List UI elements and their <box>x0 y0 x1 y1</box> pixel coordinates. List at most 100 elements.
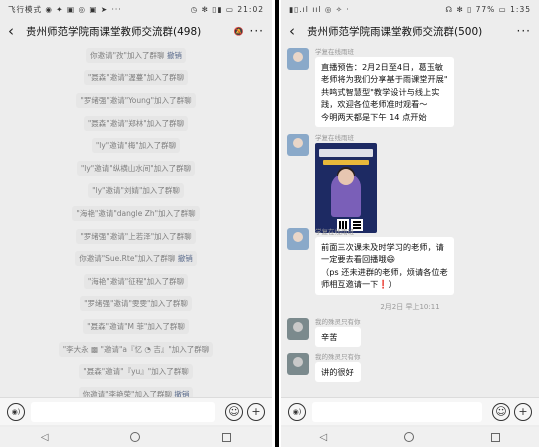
chat-header: ‹ 贵州师范学院雨课堂教师交流群(498) 🔕 ··· <box>0 18 272 44</box>
system-message-segment: "罗绪强"邀请"Young"加入了群聊 <box>80 95 192 105</box>
chat-message: 学复在线雨班 <box>287 134 533 233</box>
plus-icon[interactable]: + <box>247 402 265 421</box>
system-message-text: "聂森"邀请"『yu』"加入了群聊 <box>79 364 193 380</box>
chat-message: 学复在线雨班 前面三次课未及时学习的老师，请 一定要去看回播哦😄 （ps 还未进… <box>287 228 533 295</box>
status-right: ◷ ✻ ▯▮ ▭ 21:02 <box>190 4 264 14</box>
nav-recent-icon[interactable] <box>222 432 232 442</box>
more-icon[interactable]: ··· <box>250 24 264 38</box>
system-message-segment: 你邀请"Sue.Rte"加入了群聊 <box>79 254 178 264</box>
voice-icon[interactable]: ◉) <box>288 402 306 421</box>
message-line: 直播预告：2月2日至4日，葛玉敏 <box>321 62 444 72</box>
emoji-icon[interactable]: ☺ <box>225 402 243 421</box>
message-bubble[interactable]: 前面三次课未及时学习的老师，请 一定要去看回播哦😄 （ps 还未进群的老师，烦请… <box>315 237 454 295</box>
avatar[interactable] <box>287 318 309 340</box>
system-nav-bar: ◁ <box>0 427 272 447</box>
system-message-text: "聂森"邀请"M 菲"加入了群聊 <box>83 318 189 334</box>
nav-back-icon[interactable]: ◁ <box>41 432 49 443</box>
message-input[interactable] <box>31 401 215 422</box>
system-message-text: "罗绪强"邀请"雯雯"加入了群聊 <box>80 296 192 312</box>
system-message-text: 你邀请"孜"加入了群聊 撤销 <box>86 47 186 63</box>
system-message: "海艳"邀请"征程"加入了群聊 <box>0 270 272 293</box>
back-icon[interactable]: ‹ <box>8 23 26 39</box>
sender-name: 学复在线雨班 <box>315 228 354 236</box>
revoke-link[interactable]: 撤销 <box>167 51 182 60</box>
nav-recent-icon[interactable] <box>491 432 501 442</box>
system-message: 你邀请"Sue.Rte"加入了群聊 撤销 <box>0 247 272 270</box>
emoji-icon[interactable]: ☺ <box>492 402 510 421</box>
voice-icon[interactable]: ◉) <box>7 402 25 421</box>
system-message-segment: "罗绪强"邀请"雯雯"加入了群聊 <box>84 299 188 309</box>
input-bar: ◉) ☺ + <box>0 397 272 425</box>
system-message-segment: "聂森"邀请"M 菲"加入了群聊 <box>87 321 185 331</box>
system-message-segment: "聂森"邀请"郑林"加入了群聊 <box>87 118 185 128</box>
message-line: 践，欢迎各位老师准时观看～ <box>321 99 428 110</box>
system-message-segment: "ly"邀请"梅"加入了群聊 <box>95 141 177 151</box>
plus-icon[interactable]: + <box>514 402 532 421</box>
system-message-text: "聂森"邀请"渥蔓"加入了群聊 <box>83 70 189 86</box>
avatar[interactable] <box>287 134 309 156</box>
system-message: "聂森"邀请"郑林"加入了群聊 <box>0 112 272 135</box>
nav-home-icon[interactable] <box>130 432 141 442</box>
nav-back-icon[interactable]: ◁ <box>320 432 328 443</box>
system-message: "罗绪强"邀请"雯雯"加入了群聊 <box>0 293 272 316</box>
message-input[interactable] <box>312 401 482 422</box>
system-message-segment: "聂森"邀请"『yu』"加入了群聊 <box>83 367 189 377</box>
sender-name: 学复在线雨班 <box>315 48 354 56</box>
message-line: 共鸣式智慧型"教学设计与线上实 <box>321 86 440 97</box>
system-message: "罗绪强"邀请"Young"加入了群聊 <box>0 89 272 112</box>
back-icon[interactable]: ‹ <box>289 23 307 39</box>
divider <box>272 0 281 447</box>
avatar[interactable] <box>287 48 309 70</box>
poster-image[interactable] <box>315 143 377 233</box>
message-bubble[interactable]: 辛苦 <box>315 327 361 348</box>
right-phone-screen: ▮▯.ıl ııl ◎ ✧ · ☊ ✻ ▯ 77% ▭ 1:35 ‹ 贵州师范学… <box>281 0 539 447</box>
input-bar: ◉) ☺ + <box>281 397 539 425</box>
system-message: 你邀请"孜"加入了群聊 撤销 <box>0 44 272 67</box>
avatar[interactable] <box>287 228 309 250</box>
status-bar: 飞行模式 ◉ ✦ ▣ ◎ ▣ ➤ ··· ◷ ✻ ▯▮ ▭ 21:02 <box>0 0 272 18</box>
system-message-text: "海艳"邀请"征程"加入了群聊 <box>83 273 189 289</box>
system-message-segment: "ly"邀请"刘婧"加入了群聊 <box>92 186 180 196</box>
message-line: （ps 还未进群的老师，烦请各位老 <box>321 266 448 277</box>
system-message-segment: "聂森"邀请"渥蔓"加入了群聊 <box>87 73 185 83</box>
sender-name: 我的殊灵只有你 <box>315 318 361 326</box>
message-line: 师相互邀请一下❗） <box>321 279 397 290</box>
system-message: "ly"邀请"刘婧"加入了群聊 <box>0 180 272 203</box>
avatar[interactable] <box>287 353 309 375</box>
system-message-text: "聂森"邀请"郑林"加入了群聊 <box>83 115 189 131</box>
chat-message: 我的殊灵只有你 讲的很好 <box>287 353 533 383</box>
system-message: "聂森"邀请"渥蔓"加入了群聊 <box>0 67 272 90</box>
sender-name: 我的殊灵只有你 <box>315 353 361 361</box>
system-message-text: "ly"邀请"刘婧"加入了群聊 <box>88 183 184 199</box>
system-message-segment: "ly"邀请"纵横山水间"加入了群聊 <box>80 163 192 173</box>
system-message: "ly"邀请"梅"加入了群聊 <box>0 134 272 157</box>
system-message: "ly"邀请"纵横山水间"加入了群聊 <box>0 157 272 180</box>
timestamp: 2月2日 早上10:11 <box>380 303 440 311</box>
system-message: "海艳"邀请"dangle Zh"加入了群聊 <box>0 202 272 225</box>
more-icon[interactable]: ··· <box>517 24 531 38</box>
system-message-segment: 加入了群聊 <box>127 50 167 60</box>
system-message-text: "罗绪强"邀请"Young"加入了群聊 <box>76 92 196 108</box>
nav-home-icon[interactable] <box>404 432 415 442</box>
message-bubble[interactable]: 讲的很好 <box>315 362 361 383</box>
system-message-segment: "罗绪强"邀请"上若泽"加入了群聊 <box>80 231 192 241</box>
status-left: 飞行模式 ◉ ✦ ▣ ◎ ▣ ➤ ··· <box>8 4 122 14</box>
system-message-segment: "李大永 ▩ "邀请"a『忆 ◔ 吉』"加入了群聊 <box>62 344 210 354</box>
message-line: 前面三次课未及时学习的老师，请 <box>321 242 444 252</box>
system-message-segment: "海艳"邀请"dangle Zh"加入了群聊 <box>76 208 196 218</box>
sender-name: 学复在线雨班 <box>315 134 354 142</box>
message-bubble[interactable]: 直播预告：2月2日至4日，葛玉敏 老师将为我们分享基于雨课堂开展" 共鸣式智慧型… <box>315 57 454 128</box>
status-left: ▮▯.ıl ııl ◎ ✧ · <box>289 4 350 14</box>
system-message-list: 你邀请"孜"加入了群聊 撤销 "聂森"邀请"渥蔓"加入了群聊 "罗绪强"邀请"You… <box>0 44 272 406</box>
system-message-text: 你邀请"Sue.Rte"加入了群聊 撤销 <box>75 251 197 267</box>
system-message-text: "李大永 ▩ "邀请"a『忆 ◔ 吉』"加入了群聊 <box>58 341 214 357</box>
system-message: "聂森"邀请"『yu』"加入了群聊 <box>0 360 272 383</box>
system-nav-bar: ◁ <box>281 427 539 447</box>
left-phone-screen: 飞行模式 ◉ ✦ ▣ ◎ ▣ ➤ ··· ◷ ✻ ▯▮ ▭ 21:02 ‹ 贵州… <box>0 0 272 447</box>
system-message-text: "ly"邀请"纵横山水间"加入了群聊 <box>76 160 196 176</box>
system-message: "罗绪强"邀请"上若泽"加入了群聊 <box>0 225 272 248</box>
system-message-segment: "海艳"邀请"征程"加入了群聊 <box>87 276 185 286</box>
revoke-link[interactable]: 撤销 <box>178 254 193 263</box>
system-message-text: "罗绪强"邀请"上若泽"加入了群聊 <box>76 228 196 244</box>
system-message-text: "ly"邀请"梅"加入了群聊 <box>91 138 181 154</box>
